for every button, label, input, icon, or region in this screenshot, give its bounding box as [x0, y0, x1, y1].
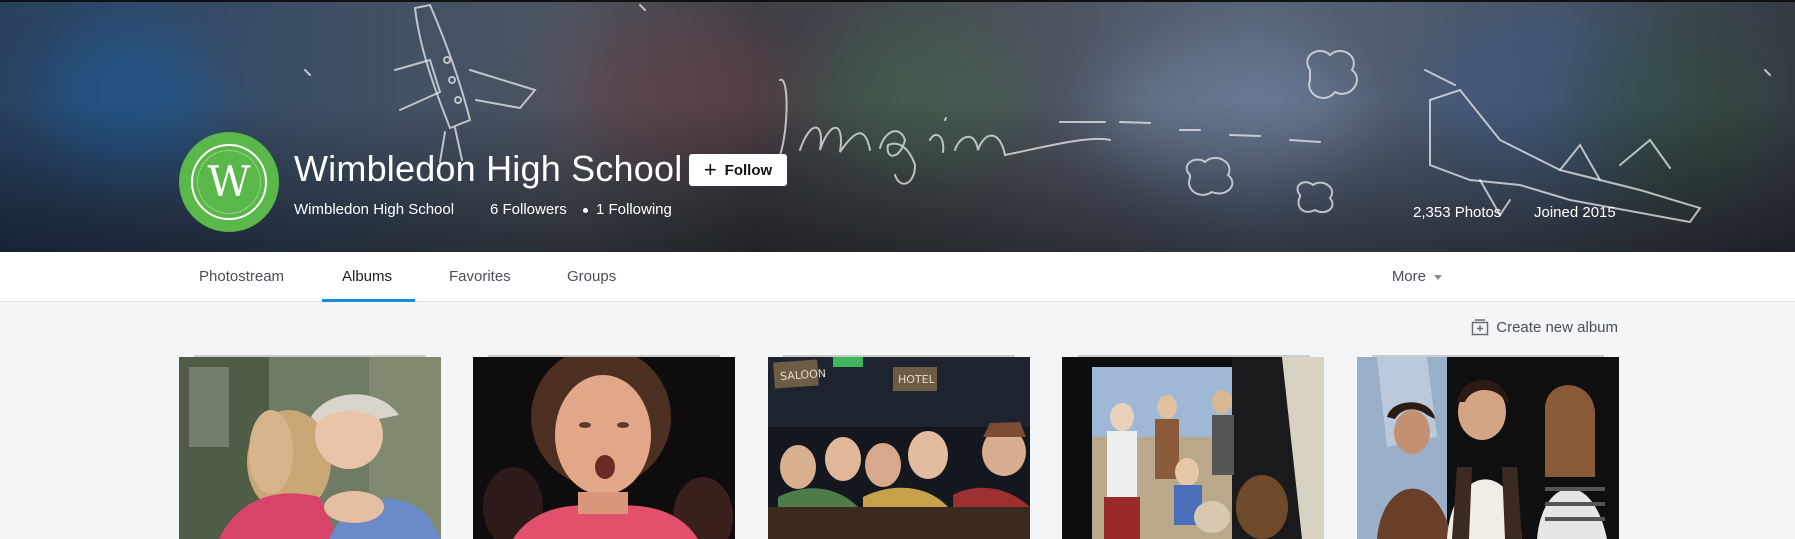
album-cover-photo	[473, 357, 735, 539]
add-album-icon	[1472, 319, 1489, 336]
album-card-costumes[interactable]	[1357, 357, 1619, 539]
top-border	[0, 0, 1795, 2]
create-album-label: Create new album	[1496, 318, 1618, 336]
profile-avatar[interactable]: W	[179, 132, 279, 232]
photo-count: 2,353 Photos	[1413, 204, 1502, 221]
plus-icon: +	[703, 157, 717, 182]
follow-button-label: Follow	[724, 161, 773, 179]
album-card-hug[interactable]	[179, 357, 441, 539]
album-cover-photo: SALOON HOTEL	[768, 357, 1030, 539]
tab-groups[interactable]: Groups	[567, 252, 616, 302]
profile-subnav: Photostream Albums Favorites Groups More	[0, 252, 1795, 302]
avatar-logo-ring: W	[191, 144, 267, 220]
album-card-stage-play[interactable]	[1062, 357, 1324, 539]
create-album-button[interactable]: Create new album	[1471, 316, 1618, 338]
following-link[interactable]: 1 Following	[596, 201, 672, 218]
tab-photostream[interactable]: Photostream	[199, 252, 284, 302]
joined-year: Joined 2015	[1534, 204, 1616, 221]
followers-link[interactable]: 6 Followers	[490, 201, 567, 218]
more-menu[interactable]: More	[1392, 252, 1442, 302]
separator-dot	[583, 208, 588, 213]
profile-real-name: Wimbledon High School	[294, 201, 455, 218]
chevron-down-icon	[1434, 274, 1442, 280]
hotel-sign-text: HOTEL	[898, 373, 936, 386]
follow-button[interactable]: + Follow	[689, 154, 787, 186]
album-cover-photo	[1357, 357, 1619, 539]
album-card-saloon[interactable]: SALOON HOTEL	[768, 357, 1030, 539]
album-cover-photo	[1062, 357, 1324, 539]
tab-favorites[interactable]: Favorites	[449, 252, 511, 302]
active-tab-indicator	[322, 299, 415, 302]
profile-name: Wimbledon High School	[294, 148, 683, 189]
cover-photo: W Wimbledon High School + Follow Wimbled…	[0, 0, 1795, 252]
tab-albums[interactable]: Albums	[342, 252, 392, 302]
album-cover-photo	[179, 357, 441, 539]
more-menu-label: More	[1391, 268, 1426, 285]
doodle-art	[304, 3, 1771, 224]
album-card-singer[interactable]	[473, 357, 735, 539]
